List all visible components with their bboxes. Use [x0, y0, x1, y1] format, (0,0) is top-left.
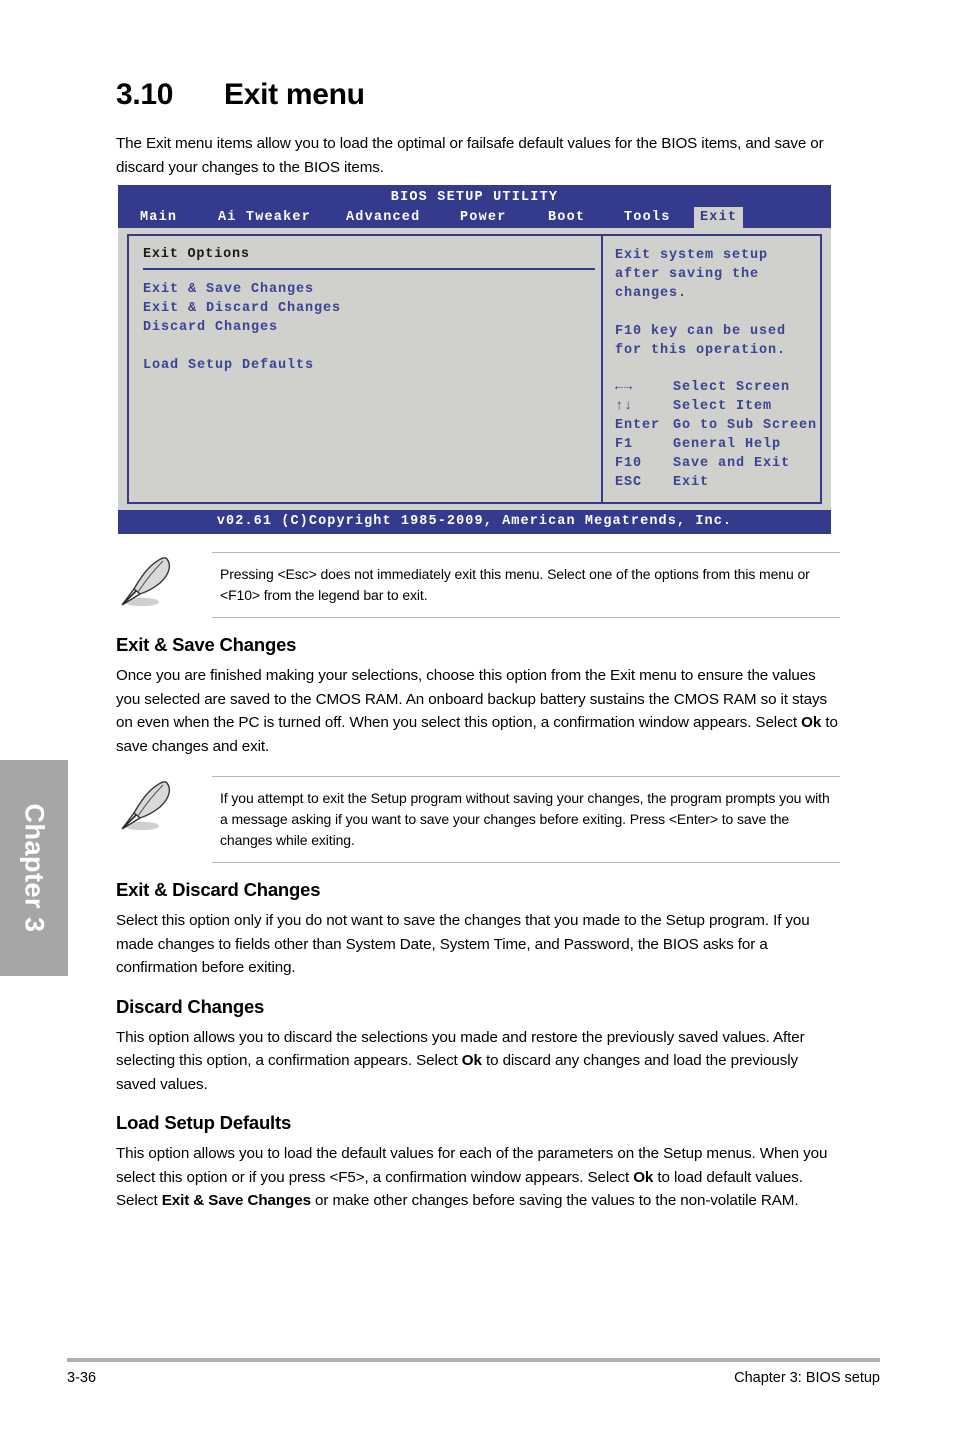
quill-pen-icon: [116, 552, 212, 613]
bios-copyright-bar: v02.61 (C)Copyright 1985-2009, American …: [118, 510, 831, 534]
page: 3.10 Exit menu The Exit menu items allow…: [0, 0, 954, 1438]
bios-setup-screenshot: BIOS SETUP UTILITY Main Ai Tweaker Advan…: [118, 185, 831, 534]
text-run-bold: Ok: [461, 1052, 482, 1069]
section-load-setup-defaults-paragraph: This option allows you to load the defau…: [116, 1142, 840, 1213]
bios-legend: ←→ Select Screen ↑↓ Select Item Enter Go…: [615, 378, 817, 492]
text-run: or make other changes before saving the …: [310, 1192, 799, 1209]
bios-help-line-1: Exit system setup: [615, 248, 769, 263]
bios-legend-row-select-screen: ←→ Select Screen: [615, 378, 817, 397]
text-run-bold: Exit & Save Changes: [161, 1192, 311, 1209]
bios-body: Exit Options Exit & Save Changes Exit & …: [118, 228, 831, 510]
section-exit-discard-changes-heading: Exit & Discard Changes: [116, 879, 321, 900]
footer-divider: [67, 1358, 880, 1362]
section-discard-changes: Discard Changes This option allows you t…: [116, 996, 840, 1097]
note-box-unsaved-changes-body: If you attempt to exit the Setup program…: [212, 776, 840, 863]
bios-legend-row-esc: ESC Exit: [615, 473, 817, 492]
bios-legend-desc-exit: Exit: [673, 475, 710, 490]
text-run-bold: Ok: [801, 714, 822, 731]
page-content: 3.10 Exit menu The Exit menu items allow…: [116, 78, 840, 1219]
bios-help-line-2: after saving the: [615, 267, 760, 282]
section-exit-save-changes-heading: Exit & Save Changes: [116, 634, 297, 655]
bios-help-text: Exit system setup after saving the chang…: [615, 246, 820, 360]
bios-tab-advanced[interactable]: Advanced: [340, 207, 426, 229]
bios-help-gap: [615, 303, 820, 322]
bios-tab-tools[interactable]: Tools: [618, 207, 677, 229]
bios-option-exit-discard-changes[interactable]: Exit & Discard Changes: [143, 299, 601, 318]
page-title: 3.10 Exit menu: [116, 78, 840, 112]
bios-legend-row-enter: Enter Go to Sub Screen: [615, 416, 817, 435]
quill-pen-icon: [116, 776, 212, 837]
bios-tab-ai-tweaker[interactable]: Ai Tweaker: [212, 207, 317, 229]
bios-option-discard-changes[interactable]: Discard Changes: [143, 318, 601, 337]
bios-help-line-4: F10 key can be used: [615, 324, 787, 339]
bios-option-load-setup-defaults[interactable]: Load Setup Defaults: [143, 356, 601, 375]
bios-option-exit-save-changes[interactable]: Exit & Save Changes: [143, 280, 601, 299]
bios-legend-desc-sub-screen: Go to Sub Screen: [673, 418, 818, 433]
bios-help-line-3: changes.: [615, 286, 688, 301]
section-exit-discard-changes-paragraph: Select this option only if you do not wa…: [116, 912, 810, 976]
bios-tab-power[interactable]: Power: [454, 207, 513, 229]
bios-legend-key-f10: F10: [615, 456, 643, 471]
page-title-text: Exit menu: [224, 78, 365, 111]
bios-legend-key-arrows-ud: ↑↓: [615, 399, 634, 414]
intro-paragraph: The Exit menu items allow you to load th…: [116, 135, 824, 176]
note-box-esc-text: Pressing <Esc> does not immediately exit…: [220, 566, 810, 603]
bios-header-bar: BIOS SETUP UTILITY Main Ai Tweaker Advan…: [118, 185, 831, 229]
section-exit-save-changes: Exit & Save Changes Once you are finishe…: [116, 634, 840, 758]
bios-legend-desc-general-help: General Help: [673, 437, 782, 452]
page-title-number: 3.10: [116, 78, 174, 111]
bios-legend-key-esc: ESC: [615, 475, 643, 490]
section-exit-discard-changes: Exit & Discard Changes Select this optio…: [116, 879, 840, 980]
bios-options-panel: Exit Options Exit & Save Changes Exit & …: [127, 234, 601, 504]
bios-menu-tabs: Main Ai Tweaker Advanced Power Boot Tool…: [118, 207, 831, 229]
bios-section-underline: [143, 268, 595, 270]
bios-legend-row-f1: F1 General Help: [615, 435, 817, 454]
bios-tab-boot[interactable]: Boot: [542, 207, 591, 229]
section-load-setup-defaults-heading: Load Setup Defaults: [116, 1112, 292, 1133]
bios-legend-key-f1: F1: [615, 437, 634, 452]
bios-legend-desc-select-item: Select Item: [673, 399, 773, 414]
bios-legend-row-select-item: ↑↓ Select Item: [615, 397, 817, 416]
note-box-unsaved-changes: If you attempt to exit the Setup program…: [116, 776, 840, 863]
bios-legend-key-arrows-lr: ←→: [615, 380, 634, 395]
bios-title: BIOS SETUP UTILITY: [390, 190, 559, 205]
bios-section-title: Exit Options: [143, 247, 250, 262]
bios-legend-desc-save-exit: Save and Exit: [673, 456, 791, 471]
note-box-esc-body: Pressing <Esc> does not immediately exit…: [212, 552, 840, 618]
section-exit-save-changes-paragraph: Once you are finished making your select…: [116, 664, 840, 758]
section-load-setup-defaults: Load Setup Defaults This option allows y…: [116, 1112, 840, 1213]
footer-chapter-label: Chapter 3: BIOS setup: [734, 1370, 880, 1386]
section-discard-changes-paragraph: This option allows you to discard the se…: [116, 1026, 840, 1097]
text-run-bold: Ok: [633, 1168, 654, 1186]
bios-legend-row-f10: F10 Save and Exit: [615, 454, 817, 473]
bios-help-panel: Exit system setup after saving the chang…: [603, 234, 822, 504]
text-run: Once you are finished making your select…: [116, 667, 827, 731]
bios-help-line-5: for this operation.: [615, 343, 787, 358]
footer-page-number: 3-36: [67, 1370, 97, 1386]
section-discard-changes-heading: Discard Changes: [116, 995, 265, 1017]
bios-tab-main[interactable]: Main: [134, 207, 183, 229]
bios-legend-key-enter: Enter: [615, 418, 661, 433]
bios-legend-desc-select-screen: Select Screen: [673, 380, 791, 395]
note-box-unsaved-changes-text: If you attempt to exit the Setup program…: [220, 790, 830, 848]
note-box-esc: Pressing <Esc> does not immediately exit…: [116, 552, 840, 618]
bios-tab-exit[interactable]: Exit: [694, 207, 744, 229]
